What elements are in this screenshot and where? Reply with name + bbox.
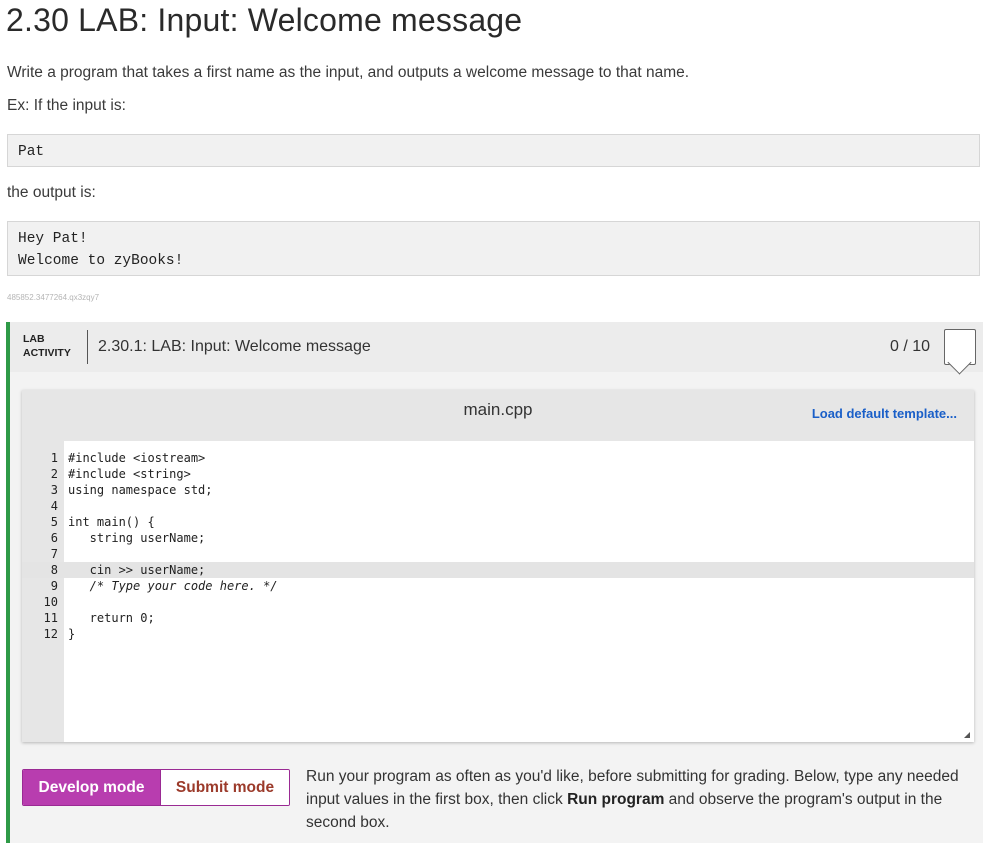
load-default-template-link[interactable]: Load default template... bbox=[812, 406, 957, 421]
example-output-line: Welcome to zyBooks! bbox=[18, 253, 184, 269]
submit-mode-button[interactable]: Submit mode bbox=[160, 770, 289, 805]
code-line[interactable]: 8 cin >> userName; bbox=[22, 562, 974, 578]
line-number: 6 bbox=[50, 531, 58, 545]
editor-header: main.cpp Load default template... bbox=[22, 390, 974, 441]
code-line[interactable]: 9 /* Type your code here. */ bbox=[22, 578, 974, 594]
lab-tag-line: ACTIVITY bbox=[23, 347, 71, 359]
line-number: 4 bbox=[50, 499, 58, 513]
example-intro: Ex: If the input is: bbox=[7, 97, 126, 114]
line-number: 2 bbox=[50, 467, 58, 481]
problem-description: Write a program that takes a first name … bbox=[7, 64, 690, 81]
output-intro: the output is: bbox=[7, 184, 96, 201]
example-output-box: Hey Pat! Welcome to zyBooks! bbox=[7, 221, 980, 276]
line-number: 12 bbox=[43, 627, 58, 641]
run-program-emphasis: Run program bbox=[567, 791, 665, 808]
header-divider bbox=[87, 330, 88, 364]
code-line[interactable]: 10 bbox=[22, 594, 974, 610]
code-editor[interactable]: main.cpp Load default template... 1 #incl… bbox=[22, 390, 974, 742]
line-code: } bbox=[68, 627, 76, 641]
lab-tag-line: LAB bbox=[23, 333, 45, 345]
run-instructions: Run your program as often as you'd like,… bbox=[306, 765, 976, 834]
page-title: 2.30 LAB: Input: Welcome message bbox=[6, 2, 523, 38]
example-output-line: Hey Pat! bbox=[18, 231, 88, 247]
line-number: 8 bbox=[50, 563, 58, 577]
line-code: string userName; bbox=[68, 531, 206, 545]
code-line[interactable]: 2 #include <string> bbox=[22, 466, 974, 482]
code-line[interactable]: 4 bbox=[22, 498, 974, 514]
code-line[interactable]: 7 bbox=[22, 546, 974, 562]
develop-mode-button[interactable]: Develop mode bbox=[23, 770, 160, 805]
line-code: #include <string> bbox=[68, 467, 191, 481]
code-line[interactable]: 11 return 0; bbox=[22, 610, 974, 626]
line-code: /* Type your code here. */ bbox=[68, 579, 278, 593]
line-number: 5 bbox=[50, 515, 58, 529]
example-input-text: Pat bbox=[18, 144, 45, 160]
code-line[interactable]: 1 #include <iostream> bbox=[22, 450, 974, 466]
example-input-box: Pat bbox=[7, 134, 980, 167]
resize-handle-icon[interactable] bbox=[964, 732, 970, 738]
line-code: int main() { bbox=[68, 515, 155, 529]
score: 0 / 10 bbox=[890, 338, 931, 355]
line-code: using namespace std; bbox=[68, 483, 213, 497]
lab-header: LAB ACTIVITY 2.30.1: LAB: Input: Welcome… bbox=[10, 322, 983, 372]
mode-toggle: Develop mode Submit mode bbox=[22, 769, 290, 806]
line-code: #include <iostream> bbox=[68, 451, 206, 465]
line-number: 9 bbox=[50, 579, 58, 593]
lab-title: 2.30.1: LAB: Input: Welcome message bbox=[98, 338, 371, 355]
code-line[interactable]: 5 int main() { bbox=[22, 514, 974, 530]
lab-activity-card: LAB ACTIVITY 2.30.1: LAB: Input: Welcome… bbox=[6, 322, 983, 843]
line-number: 3 bbox=[50, 483, 58, 497]
line-number: 7 bbox=[50, 547, 58, 561]
completion-badge-icon bbox=[944, 329, 976, 365]
line-code: return 0; bbox=[68, 611, 155, 625]
line-code: cin >> userName; bbox=[68, 563, 206, 577]
line-number: 10 bbox=[43, 595, 58, 609]
code-line[interactable]: 3 using namespace std; bbox=[22, 482, 974, 498]
reference-id: 485852.3477264.qx3zqy7 bbox=[7, 293, 100, 302]
code-line[interactable]: 12} bbox=[22, 626, 974, 642]
line-number: 1 bbox=[50, 451, 58, 465]
lab-activity-tag: LAB ACTIVITY bbox=[23, 332, 83, 360]
code-line[interactable]: 6 string userName; bbox=[22, 530, 974, 546]
code-area[interactable]: 1 #include <iostream> 2 #include <string> 3 u… bbox=[22, 450, 974, 642]
line-number: 11 bbox=[43, 611, 58, 625]
